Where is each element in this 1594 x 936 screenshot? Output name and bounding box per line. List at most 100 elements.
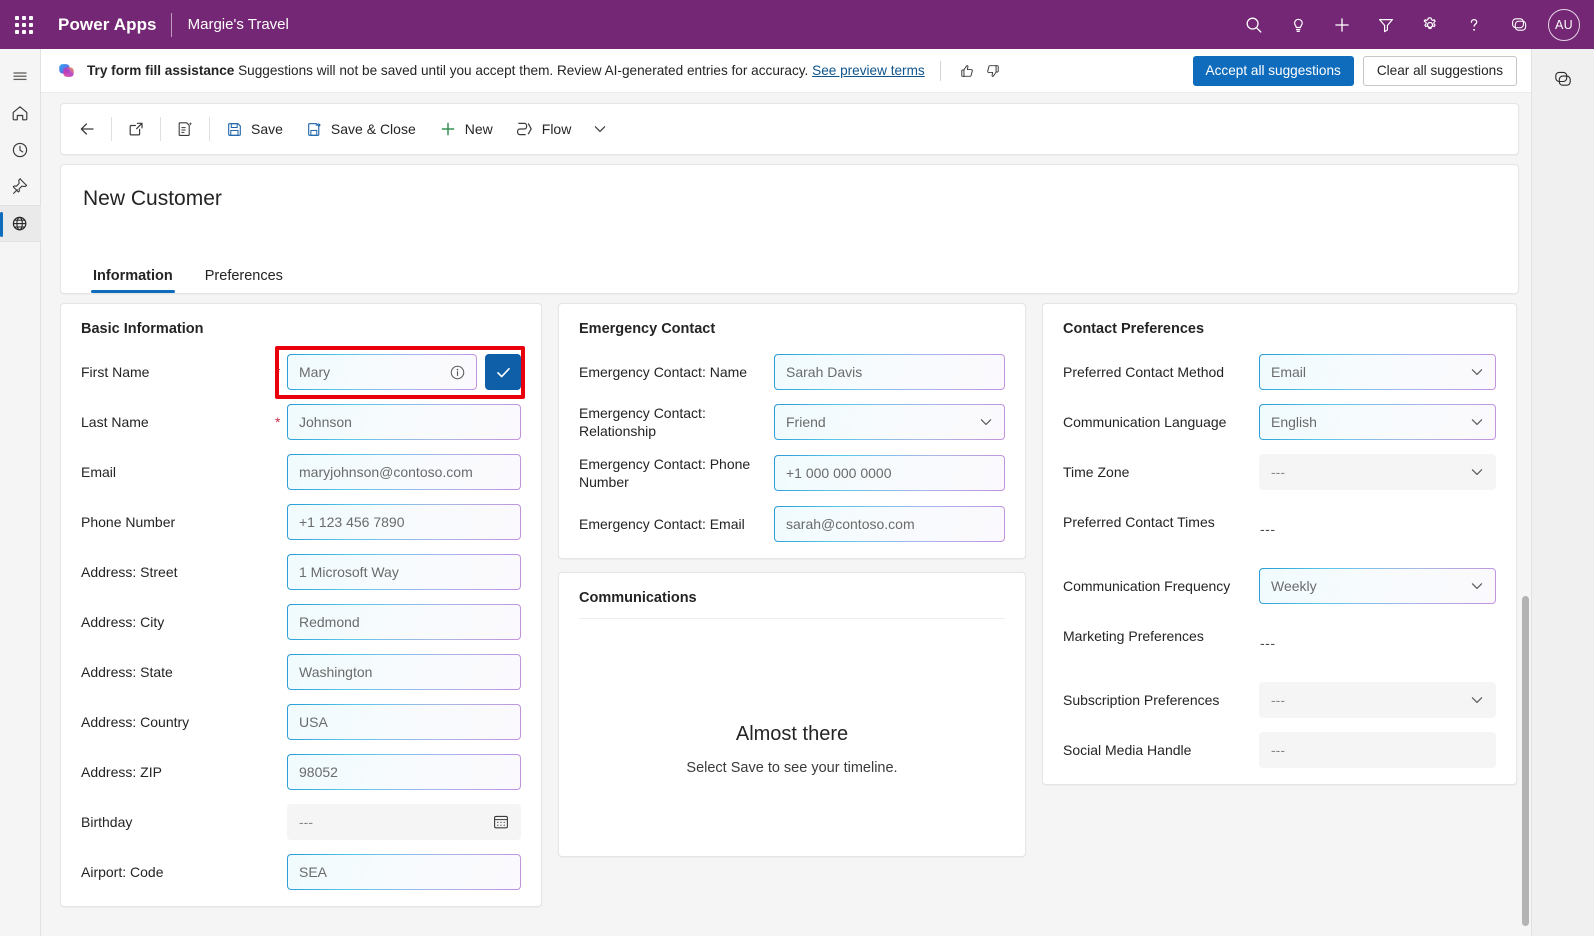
input-birthday[interactable]: --- bbox=[287, 804, 521, 840]
control-emergency-email: sarah@contoso.com bbox=[774, 506, 1005, 542]
label-emergency-phone: Emergency Contact: Phone Number bbox=[579, 455, 774, 492]
select-subscription-preferences[interactable]: --- bbox=[1259, 682, 1496, 718]
copilot-icon bbox=[1508, 14, 1529, 35]
value-airport-code: SEA bbox=[299, 864, 510, 880]
value-phone-number: +1 123 456 7890 bbox=[299, 514, 510, 530]
select-time-zone[interactable]: --- bbox=[1259, 454, 1496, 490]
sidebar-item-menu-toggle[interactable] bbox=[0, 57, 41, 94]
control-communication-frequency: Weekly bbox=[1259, 568, 1496, 604]
input-airport-code[interactable]: SEA bbox=[287, 854, 521, 890]
input-address-city[interactable]: Redmond bbox=[287, 604, 521, 640]
input-phone-number[interactable]: +1 123 456 7890 bbox=[287, 504, 521, 540]
accept-suggestion-button-first-name[interactable] bbox=[485, 354, 521, 390]
home-icon bbox=[10, 103, 30, 123]
insights-button[interactable] bbox=[1278, 5, 1318, 45]
new-button[interactable]: New bbox=[427, 109, 504, 149]
sidebar-item-home[interactable] bbox=[0, 94, 41, 131]
flow-button[interactable]: Flow bbox=[504, 109, 583, 149]
tab-preferences[interactable]: Preferences bbox=[193, 258, 295, 293]
input-first-name[interactable]: Mary bbox=[287, 354, 477, 390]
right-panel-rail bbox=[1531, 49, 1594, 936]
main-content: Save Save & Close New Flow bbox=[41, 93, 1531, 936]
hamburger-icon bbox=[10, 66, 30, 86]
scrollbar-thumb[interactable] bbox=[1522, 596, 1529, 926]
app-launcher-button[interactable] bbox=[0, 0, 48, 49]
brand-label[interactable]: Power Apps bbox=[48, 15, 171, 35]
accept-all-suggestions-button[interactable]: Accept all suggestions bbox=[1193, 56, 1354, 86]
field-emergency-name: Emergency Contact: Name Sarah Davis bbox=[579, 354, 1005, 390]
more-commands-button[interactable] bbox=[582, 109, 618, 149]
input-emergency-name[interactable]: Sarah Davis bbox=[774, 354, 1005, 390]
label-preferred-contact-method: Preferred Contact Method bbox=[1063, 363, 1259, 381]
help-button[interactable] bbox=[1454, 5, 1494, 45]
input-last-name[interactable]: Johnson bbox=[287, 404, 521, 440]
sidebar-item-pinned[interactable] bbox=[0, 168, 41, 205]
command-divider-3 bbox=[209, 117, 210, 141]
control-first-name: Mary bbox=[287, 354, 521, 390]
control-phone-number: +1 123 456 7890 bbox=[287, 504, 521, 540]
label-address-zip: Address: ZIP bbox=[81, 763, 275, 781]
thumbs-down-button[interactable] bbox=[980, 58, 1006, 84]
select-preferred-contact-method[interactable]: Email bbox=[1259, 354, 1496, 390]
copilot-panel-button[interactable] bbox=[1543, 59, 1583, 99]
field-emergency-phone: Emergency Contact: Phone Number +1 000 0… bbox=[579, 455, 1005, 492]
card-basic-information: Basic Information First Name * Mary bbox=[60, 303, 542, 907]
value-social-media-handle: --- bbox=[1271, 742, 1485, 758]
settings-button[interactable] bbox=[1410, 5, 1450, 45]
flow-label: Flow bbox=[542, 121, 572, 137]
field-address-country: Address: Country USA bbox=[81, 704, 521, 740]
date-picker-button-birthday[interactable] bbox=[492, 813, 510, 831]
input-address-country[interactable]: USA bbox=[287, 704, 521, 740]
new-record-button[interactable] bbox=[165, 109, 205, 149]
field-birthday: Birthday --- bbox=[81, 804, 521, 840]
search-button[interactable] bbox=[1234, 5, 1274, 45]
input-address-street[interactable]: 1 Microsoft Way bbox=[287, 554, 521, 590]
preview-terms-link[interactable]: See preview terms bbox=[812, 63, 925, 78]
app-name-label[interactable]: Margie's Travel bbox=[172, 16, 289, 33]
add-button[interactable] bbox=[1322, 5, 1362, 45]
filter-button[interactable] bbox=[1366, 5, 1406, 45]
card-communications: Communications Almost there Select Save … bbox=[558, 572, 1026, 857]
back-button[interactable] bbox=[67, 109, 107, 149]
input-address-zip[interactable]: 98052 bbox=[287, 754, 521, 790]
left-navigation-rail bbox=[0, 49, 41, 936]
input-emergency-email[interactable]: sarah@contoso.com bbox=[774, 506, 1005, 542]
section-title-contact-preferences: Contact Preferences bbox=[1063, 321, 1496, 337]
field-address-state: Address: State Washington bbox=[81, 654, 521, 690]
copilot-button[interactable] bbox=[1498, 5, 1538, 45]
chevron-down-icon bbox=[1469, 364, 1485, 380]
input-emergency-phone[interactable]: +1 000 000 0000 bbox=[774, 455, 1005, 491]
required-indicator-first-name: * bbox=[275, 364, 287, 380]
input-email[interactable]: maryjohnson@contoso.com bbox=[287, 454, 521, 490]
select-communication-language[interactable]: English bbox=[1259, 404, 1496, 440]
save-button[interactable]: Save bbox=[214, 109, 294, 149]
control-time-zone: --- bbox=[1259, 454, 1496, 490]
info-button-first-name[interactable] bbox=[449, 364, 466, 381]
save-and-close-button[interactable]: Save & Close bbox=[294, 109, 427, 149]
label-address-city: Address: City bbox=[81, 613, 275, 631]
open-in-new-window-button[interactable] bbox=[116, 109, 156, 149]
avatar[interactable]: AU bbox=[1548, 9, 1580, 41]
chevron-down-icon bbox=[1469, 414, 1485, 430]
control-address-zip: 98052 bbox=[287, 754, 521, 790]
chevron-down-icon bbox=[1469, 464, 1485, 480]
thumbs-up-button[interactable] bbox=[954, 58, 980, 84]
label-subscription-preferences: Subscription Preferences bbox=[1063, 691, 1259, 709]
card-contact-preferences: Contact Preferences Preferred Contact Me… bbox=[1042, 303, 1517, 785]
globe-icon bbox=[10, 214, 30, 234]
value-address-street: 1 Microsoft Way bbox=[299, 564, 510, 580]
clear-all-suggestions-button[interactable]: Clear all suggestions bbox=[1363, 56, 1517, 86]
chevron-down-icon bbox=[978, 414, 994, 430]
tab-information[interactable]: Information bbox=[81, 258, 185, 293]
field-email: Email maryjohnson@contoso.com bbox=[81, 454, 521, 490]
section-title-basic-information: Basic Information bbox=[81, 321, 521, 337]
label-address-street: Address: Street bbox=[81, 563, 275, 581]
select-emergency-relationship[interactable]: Friend bbox=[774, 404, 1005, 440]
select-communication-frequency[interactable]: Weekly bbox=[1259, 568, 1496, 604]
sidebar-item-recent[interactable] bbox=[0, 131, 41, 168]
input-social-media-handle[interactable]: --- bbox=[1259, 732, 1496, 768]
sidebar-item-customers[interactable] bbox=[0, 205, 41, 242]
value-emergency-name: Sarah Davis bbox=[786, 364, 994, 380]
banner-divider bbox=[940, 61, 941, 81]
input-address-state[interactable]: Washington bbox=[287, 654, 521, 690]
